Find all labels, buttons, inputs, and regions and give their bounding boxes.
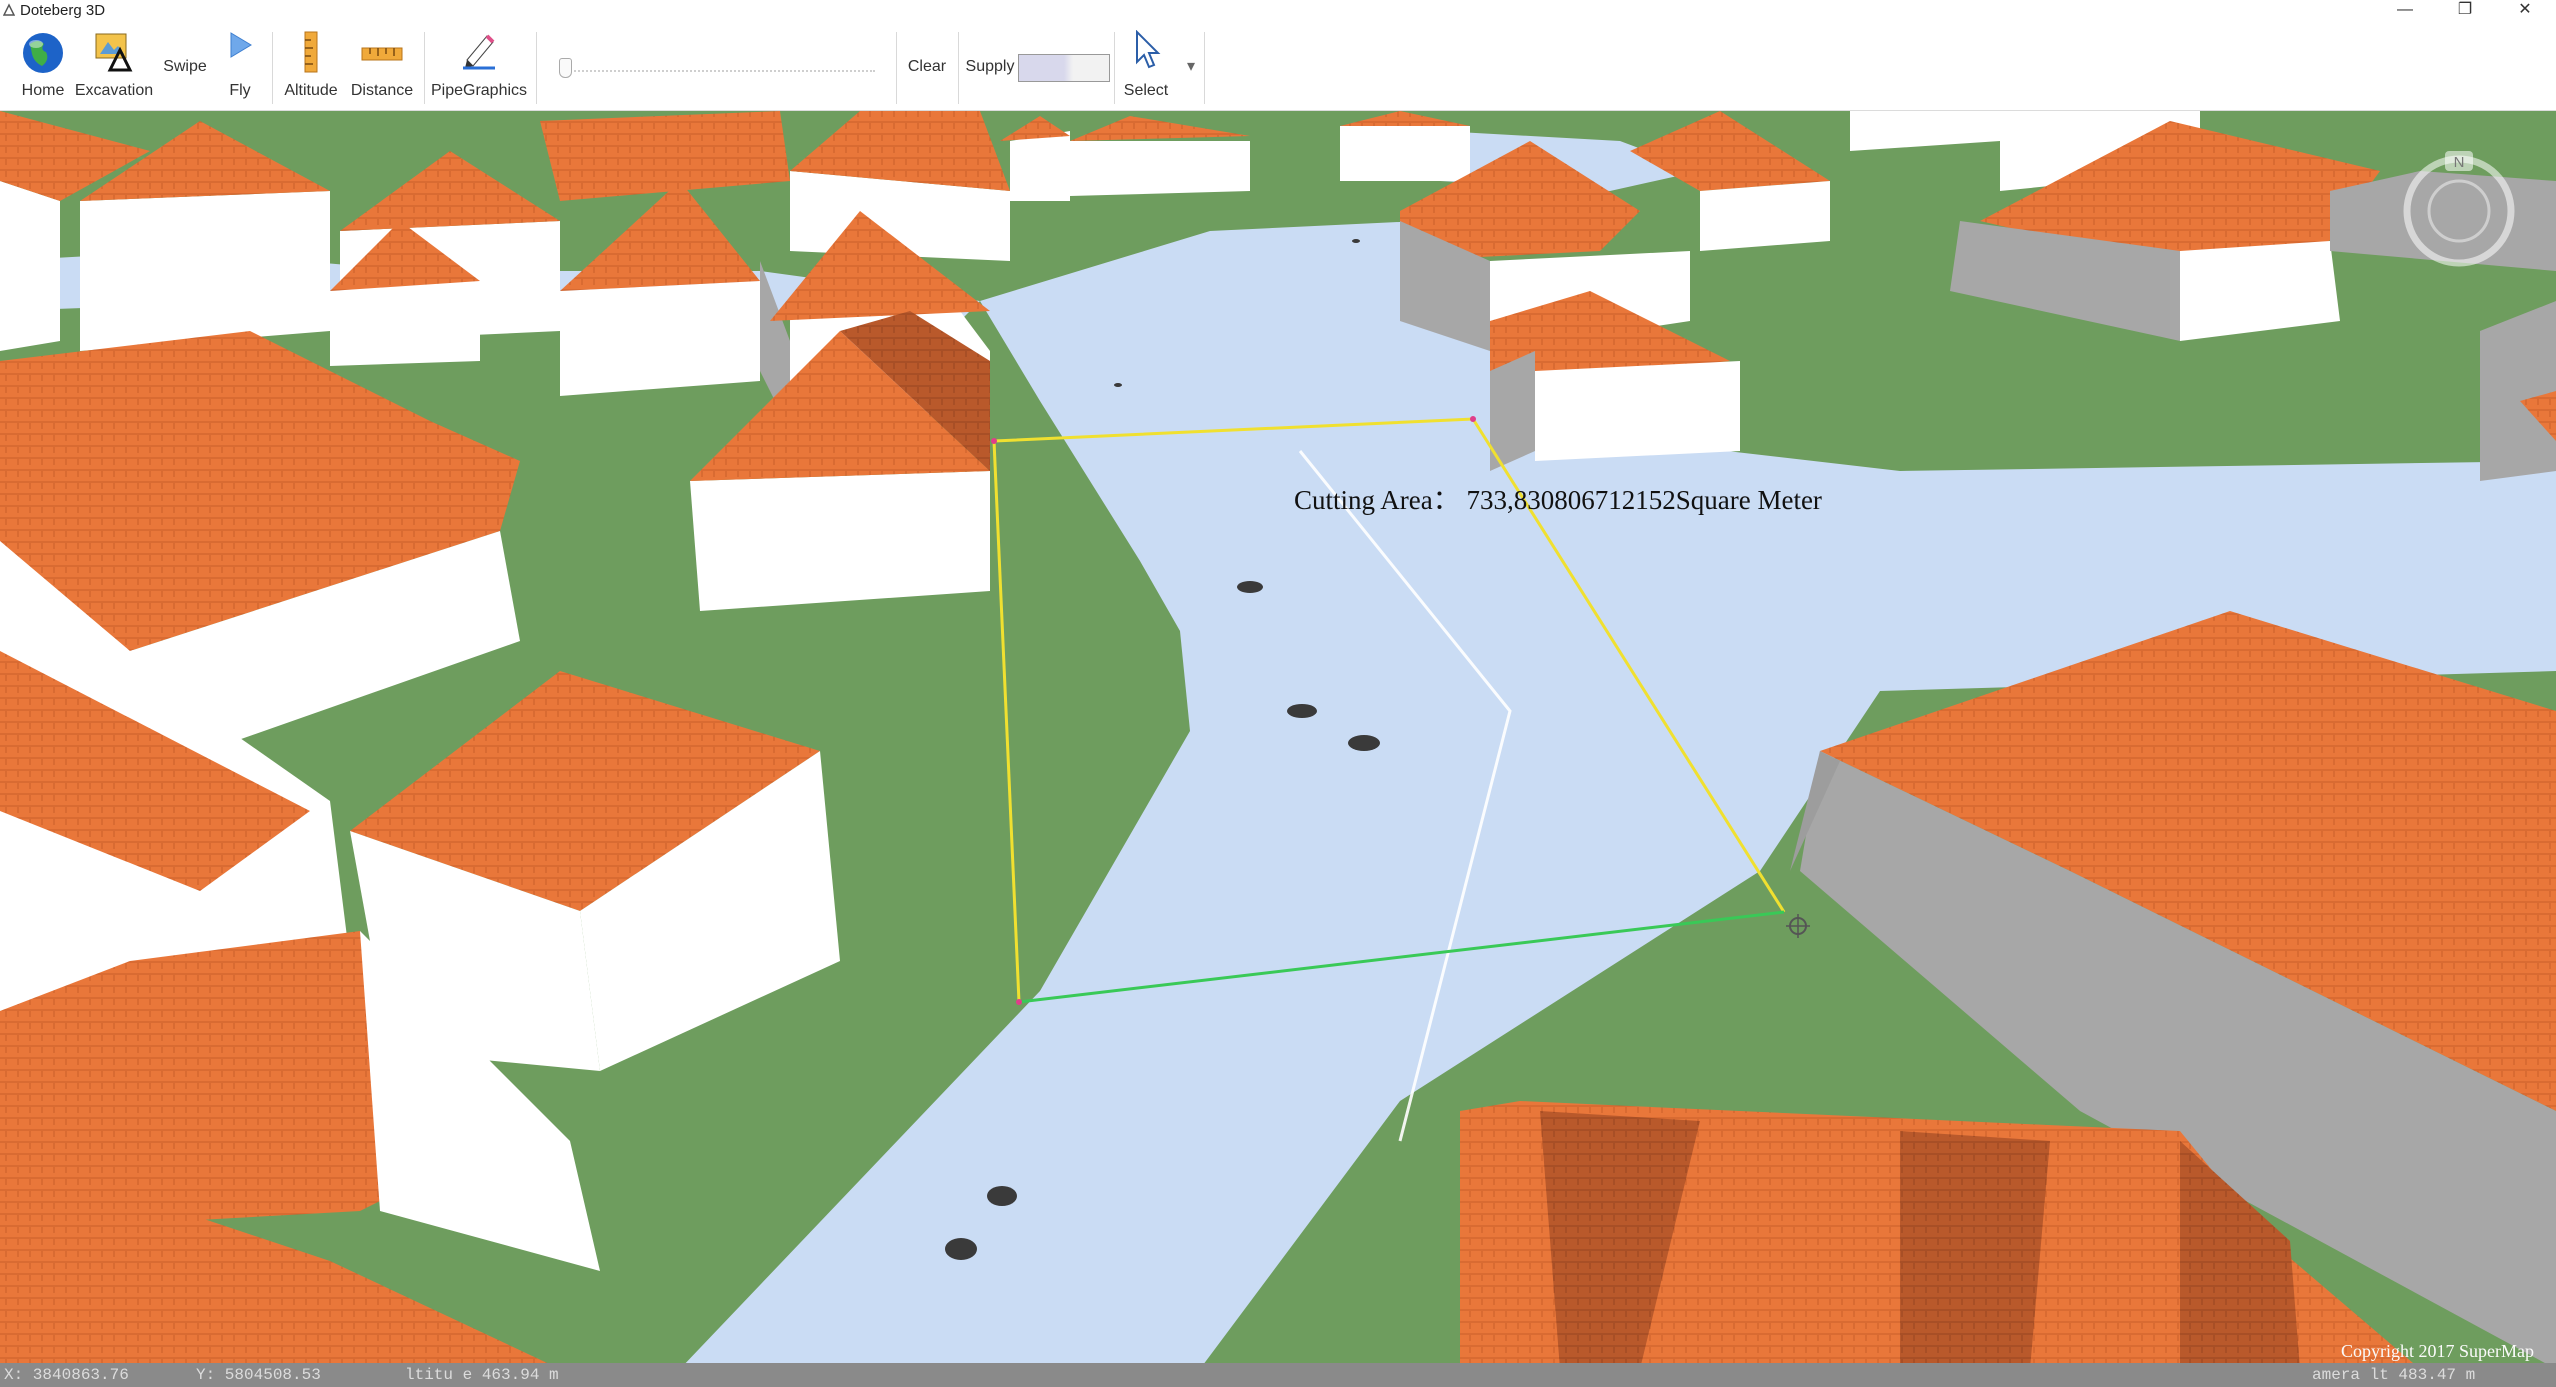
slider-thumb[interactable] <box>559 58 572 78</box>
excavation-button[interactable]: Excavation <box>74 22 154 110</box>
swipe-button[interactable]: Swipe <box>158 22 212 110</box>
fly-button[interactable]: Fly <box>214 22 266 110</box>
compass-north-label: N <box>2454 154 2465 171</box>
globe-icon <box>23 33 63 73</box>
ruler-horizontal-icon <box>361 47 403 61</box>
swipe-label: Swipe <box>163 58 207 75</box>
restore-button[interactable]: ❐ <box>2442 0 2488 22</box>
altitude-readout: ltitu e 463.94 m <box>405 1366 559 1384</box>
altitude-button[interactable]: Altitude <box>278 22 344 110</box>
chevron-down-icon: ▾ <box>1186 58 1196 75</box>
slider-track <box>563 70 875 72</box>
pipegraphics-button[interactable]: PipeGraphics <box>430 22 528 110</box>
pencil-icon <box>463 34 495 70</box>
toolbar-divider <box>896 32 897 104</box>
compass-widget[interactable]: N <box>2398 150 2520 272</box>
toolbar-divider <box>1204 32 1205 104</box>
clear-label: Clear <box>907 58 947 75</box>
supply-color-picker[interactable] <box>1018 54 1110 82</box>
opacity-slider[interactable] <box>553 50 875 90</box>
select-label: Select <box>1123 82 1169 99</box>
close-button[interactable]: ✕ <box>2502 0 2548 22</box>
title-bar: Doteberg 3D — ❐ ✕ <box>0 0 2556 22</box>
cutting-area-label: Cutting Area： 733,830806712152Square Met… <box>1294 485 1822 515</box>
home-button[interactable]: Home <box>12 22 74 110</box>
toolbar-divider <box>1114 32 1115 104</box>
compass-icon: N <box>2403 151 2515 267</box>
select-button[interactable]: Select <box>1120 22 1172 110</box>
scene-canvas[interactable] <box>0 111 2556 1369</box>
cursor-arrow-icon <box>1136 30 1161 69</box>
toolbar: Home Excavation Swipe Fly Altitude Dista… <box>0 22 2556 111</box>
toolbar-divider <box>536 32 537 104</box>
status-bar: X: 3840863.76 Y: 5804508.53 ltitu e 463.… <box>0 1363 2556 1387</box>
play-icon <box>230 32 252 58</box>
distance-label: Distance <box>350 82 414 99</box>
excavation-label: Excavation <box>74 82 154 99</box>
altitude-label: Altitude <box>284 82 338 99</box>
toolbar-divider <box>424 32 425 104</box>
pipegraphics-label: PipeGraphics <box>430 82 528 99</box>
clear-button[interactable]: Clear <box>902 22 952 110</box>
camera-altitude-readout: amera lt 483.47 m <box>2312 1366 2476 1384</box>
toolbar-overflow-button[interactable]: ▾ <box>1180 22 1202 110</box>
toolbar-divider <box>272 32 273 104</box>
distance-button[interactable]: Distance <box>346 22 418 110</box>
x-coordinate-readout: X: 3840863.76 <box>4 1366 129 1384</box>
map-viewport[interactable] <box>0 111 2556 1369</box>
window-title: Doteberg 3D <box>20 2 106 19</box>
app-icon <box>3 3 15 16</box>
excavation-icon <box>95 33 133 72</box>
supply-label: Supply <box>965 58 1015 75</box>
copyright-text: Copyright 2017 SuperMap <box>2341 1341 2534 1361</box>
minimize-button[interactable]: — <box>2382 0 2428 22</box>
supply-label-cell: Supply <box>962 22 1018 110</box>
toolbar-divider <box>958 32 959 104</box>
home-label: Home <box>21 82 65 99</box>
fly-label: Fly <box>229 82 251 99</box>
y-coordinate-readout: Y: 5804508.53 <box>196 1366 321 1384</box>
ruler-vertical-icon <box>304 31 318 73</box>
